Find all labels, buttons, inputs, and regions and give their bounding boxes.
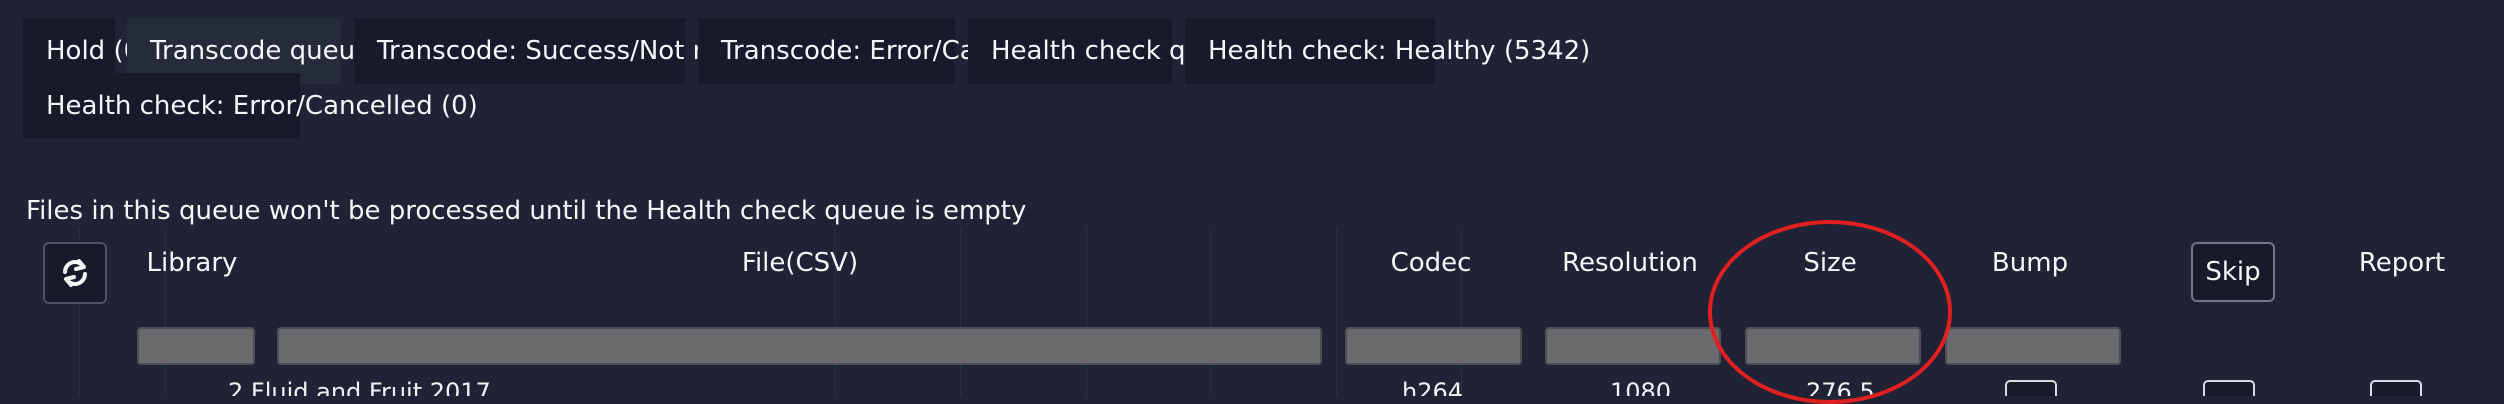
queue-table: Library File(CSV) Codec Resolution Size … (0, 228, 2504, 396)
row-size: 276.5 (1806, 378, 1875, 396)
size-filter-input[interactable] (1745, 327, 1921, 365)
skip-button[interactable]: Skip (2191, 242, 2275, 302)
column-header-size[interactable]: Size (1785, 246, 1875, 280)
bump-filter-input[interactable] (1945, 327, 2121, 365)
column-divider (1336, 228, 1337, 396)
codec-filter-input[interactable] (1345, 327, 1522, 365)
row-resolution: 1080 (1610, 378, 1672, 396)
queue-tabs: Hold (0) Transcode queue (2774) Transcod… (0, 0, 2504, 200)
resolution-filter-input[interactable] (1545, 327, 1721, 365)
file-filter-input[interactable] (277, 327, 1322, 365)
tab-health-check-queue[interactable]: Health check queue (0) (968, 18, 1296, 84)
bump-row-button[interactable] (2005, 380, 2057, 396)
report-row-button[interactable] (2370, 380, 2422, 396)
column-header-library[interactable]: Library (142, 246, 242, 280)
column-header-resolution[interactable]: Resolution (1535, 246, 1725, 280)
tab-health-check-error[interactable]: Health check: Error/Cancelled (0) (23, 73, 478, 139)
row-codec: h264 (1402, 378, 1464, 396)
column-header-codec[interactable]: Codec (1376, 246, 1486, 280)
queue-notice: Files in this queue won't be processed u… (26, 196, 1027, 226)
column-divider (1210, 228, 1211, 396)
library-filter-input[interactable] (137, 327, 255, 365)
row-file-name: 2 Fluid and Fruit 2017... (228, 378, 514, 396)
tab-transcode-error[interactable]: Transcode: Error/Cancelled (0) (698, 18, 1114, 84)
refresh-icon (63, 259, 87, 287)
column-header-bump[interactable]: Bump (1975, 246, 2085, 280)
tab-transcode-success[interactable]: Transcode: Success/Not required (2569) (354, 18, 896, 84)
refresh-button[interactable] (43, 242, 107, 304)
table-row: 2 Fluid and Fruit 2017... h264 1080 276.… (0, 378, 2504, 396)
column-header-file[interactable]: File(CSV) (700, 246, 900, 280)
column-divider (1086, 228, 1087, 396)
tab-health-check-healthy[interactable]: Health check: Healthy (5342) (1185, 18, 1590, 84)
skip-row-button[interactable] (2203, 380, 2255, 396)
column-divider (960, 228, 961, 396)
column-header-report: Report (2358, 248, 2446, 278)
